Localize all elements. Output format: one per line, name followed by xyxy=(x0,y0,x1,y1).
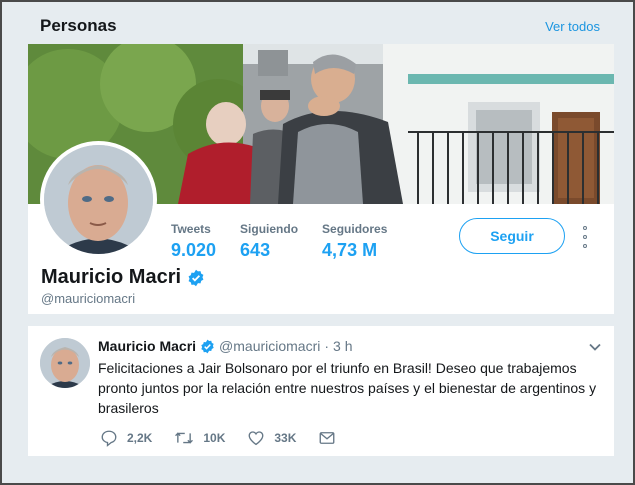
stat-following[interactable]: Siguiendo 643 xyxy=(240,222,298,261)
stat-label: Seguidores xyxy=(322,222,388,236)
people-header: Personas Ver todos xyxy=(28,8,614,44)
view-all-link[interactable]: Ver todos xyxy=(545,19,600,34)
stat-label: Tweets xyxy=(171,222,211,236)
like-icon xyxy=(248,431,264,446)
section-title: Personas xyxy=(40,16,117,35)
stat-followers[interactable]: Seguidores 4,73 M xyxy=(322,222,387,261)
profile-card[interactable]: Tweets 9.020 Siguiendo 643 Seguidores 4,… xyxy=(28,44,614,314)
stat-value: 9.020 xyxy=(171,240,217,260)
tweet-avatar[interactable] xyxy=(40,338,90,388)
profile-avatar[interactable] xyxy=(40,141,157,258)
retweet-button[interactable]: 10K xyxy=(174,429,225,447)
retweet-count: 10K xyxy=(203,431,226,445)
message-icon xyxy=(319,432,335,444)
reply-count: 2,2K xyxy=(127,431,153,445)
tweet-timestamp[interactable]: 3 h xyxy=(333,338,352,354)
profile-handle: @mauriciomacri xyxy=(41,291,136,306)
tweet-author-name[interactable]: Mauricio Macri xyxy=(98,338,196,354)
like-count: 33K xyxy=(274,431,297,445)
stat-value: 643 xyxy=(240,240,271,260)
verified-icon xyxy=(188,269,204,286)
tweet-text: Felicitaciones a Jair Bolsonaro por el t… xyxy=(98,360,597,416)
tweet-card[interactable]: Mauricio Macri @mauriciomacri · 3 h Feli… xyxy=(28,326,614,456)
verified-icon xyxy=(200,339,215,354)
more-icon[interactable] xyxy=(580,226,590,248)
reply-button[interactable]: 2,2K xyxy=(100,429,152,447)
direct-message-button[interactable] xyxy=(318,429,336,447)
stat-label: Siguiendo xyxy=(240,222,299,236)
tweet-actions: 2,2K 10K 33K xyxy=(100,429,358,447)
follow-button[interactable]: Seguir xyxy=(459,218,565,254)
reply-icon xyxy=(101,430,117,447)
stat-tweets[interactable]: Tweets 9.020 xyxy=(171,222,216,261)
tweet-header: Mauricio Macri @mauriciomacri · 3 h xyxy=(98,338,353,354)
profile-name[interactable]: Mauricio Macri xyxy=(41,266,181,289)
profile-stats: Tweets 9.020 Siguiendo 643 Seguidores 4,… xyxy=(171,222,411,261)
tweet-separator: · xyxy=(324,338,330,354)
chevron-down-icon[interactable] xyxy=(588,340,602,354)
like-button[interactable]: 33K xyxy=(247,429,296,447)
stat-value: 4,73 M xyxy=(322,240,378,260)
profile-name-row: Mauricio Macri xyxy=(41,266,205,289)
tweet-author-handle: @mauriciomacri xyxy=(219,338,321,354)
retweet-icon xyxy=(175,432,194,444)
